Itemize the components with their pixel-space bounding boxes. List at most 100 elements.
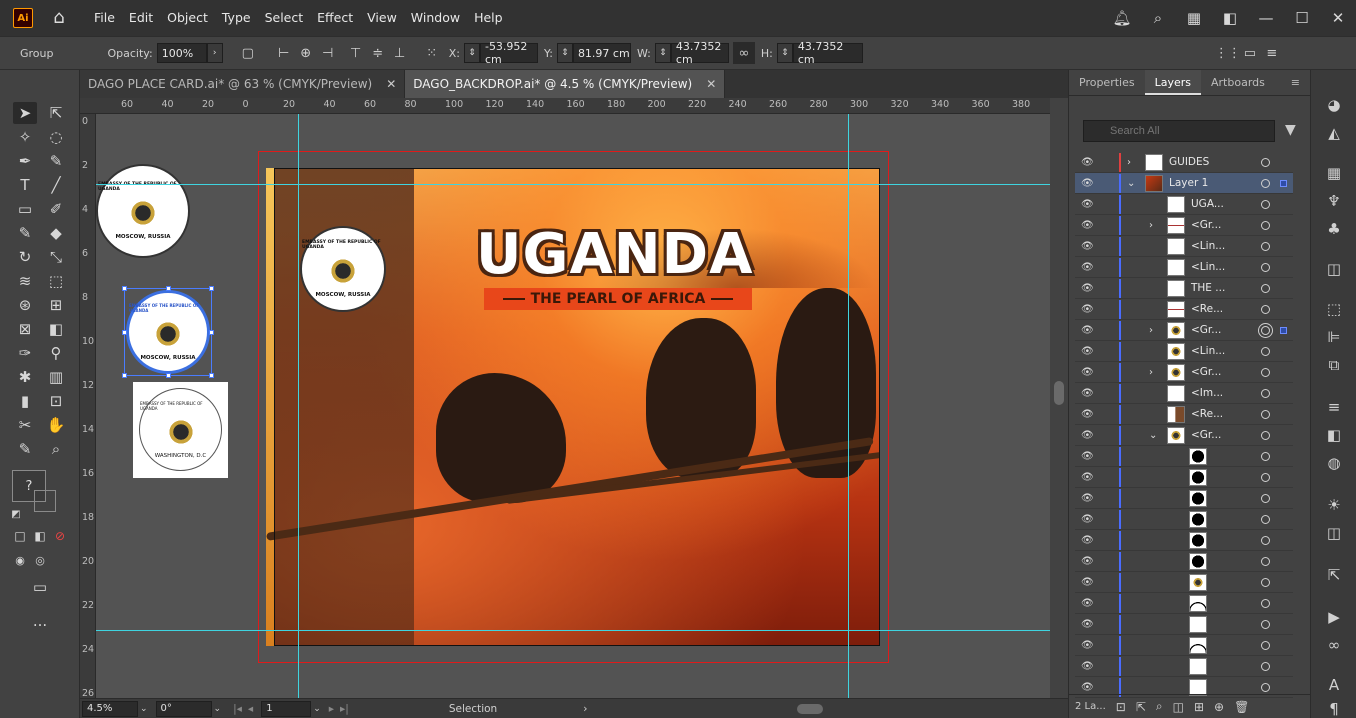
target-circle-icon[interactable] xyxy=(1261,157,1270,167)
layer-row[interactable]: 👁︎ › <Gr... xyxy=(1075,362,1293,383)
layer-name[interactable]: THE ... xyxy=(1191,282,1225,294)
panel-menu-icon[interactable]: ≡ xyxy=(1281,70,1310,95)
layer-row[interactable]: 👁︎ <Lin... xyxy=(1075,341,1293,362)
search-icon[interactable]: ⌕ xyxy=(1140,0,1176,36)
align-bottom-icon[interactable]: ⊥ xyxy=(389,42,411,64)
draw-normal-icon[interactable]: ◉ xyxy=(12,552,28,568)
knife-tool-icon[interactable]: ✎ xyxy=(13,438,37,460)
panel-menu-icon[interactable]: ≡ xyxy=(1261,42,1283,64)
visibility-eye-icon[interactable]: 👁︎ xyxy=(1081,262,1094,273)
layer-row[interactable]: 👁︎ <Re... xyxy=(1075,404,1293,425)
chevron-right-icon[interactable]: › xyxy=(1149,367,1153,378)
visibility-eye-icon[interactable]: 👁︎ xyxy=(1081,283,1094,294)
target-circle-icon[interactable] xyxy=(1261,640,1270,650)
artboard-tool-icon[interactable]: ⊡ xyxy=(44,390,68,412)
new-layer-icon[interactable]: ⊕ xyxy=(1214,700,1224,714)
chevron-right-icon[interactable]: › xyxy=(1127,157,1131,168)
resize-handle[interactable] xyxy=(209,373,214,378)
visibility-eye-icon[interactable]: 👁︎ xyxy=(1081,178,1094,189)
symbol-sprayer-tool-icon[interactable]: ✱ xyxy=(13,366,37,388)
align-right-icon[interactable]: ⊣ xyxy=(317,42,339,64)
layer-name[interactable]: <Lin... xyxy=(1191,261,1225,273)
layer-row[interactable]: 👁︎ xyxy=(1075,551,1293,572)
target-circle-icon[interactable] xyxy=(1261,514,1270,524)
close-icon[interactable]: ✕ xyxy=(1320,0,1356,36)
chevron-down-icon[interactable]: ⌄ xyxy=(1127,178,1135,189)
visibility-eye-icon[interactable]: 👁︎ xyxy=(1081,472,1094,483)
new-sublayer-icon[interactable]: ⊞ xyxy=(1194,700,1204,714)
canvas[interactable]: UGANDA THE PEARL OF AFRICA EMBASSY OF TH… xyxy=(96,114,1050,698)
target-circle-icon[interactable] xyxy=(1261,283,1270,293)
curvature-tool-icon[interactable]: ✎ xyxy=(44,150,68,172)
graphic-styles-icon[interactable]: ◫ xyxy=(1322,522,1346,544)
paragraph-icon[interactable]: ¶ xyxy=(1322,698,1346,718)
guide-vertical[interactable] xyxy=(298,114,299,698)
resize-handle[interactable] xyxy=(166,373,171,378)
reference-point-icon[interactable]: ⁙ xyxy=(421,42,443,64)
recolor-icon[interactable]: ▢ xyxy=(237,42,259,64)
direct-selection-tool-icon[interactable]: ⇱ xyxy=(44,102,68,124)
layer-row[interactable]: 👁︎ <Im... xyxy=(1075,383,1293,404)
w-stepper[interactable]: ⇕ xyxy=(654,43,671,63)
hand-tool-icon[interactable]: ✋ xyxy=(44,414,68,436)
chevron-down-icon[interactable]: ⌄ xyxy=(140,704,148,714)
layers-search-input[interactable] xyxy=(1083,120,1275,142)
layer-row[interactable]: 👁︎ xyxy=(1075,446,1293,467)
layer-row[interactable]: 👁︎ <Lin... xyxy=(1075,257,1293,278)
stroke-swatch[interactable] xyxy=(34,490,56,512)
locate-object-icon[interactable]: ⌕ xyxy=(1156,699,1163,714)
layer-row[interactable]: 👁︎ xyxy=(1075,530,1293,551)
target-circle-icon[interactable] xyxy=(1261,178,1270,188)
distribute-icon[interactable]: ▭ xyxy=(1239,42,1261,64)
home-icon[interactable]: ⌂ xyxy=(49,8,69,28)
stroke-icon[interactable]: ≡ xyxy=(1322,396,1346,418)
chevron-right-icon[interactable]: › xyxy=(1149,220,1153,231)
gradient-mode-icon[interactable]: ◧ xyxy=(32,528,48,544)
clipping-mask-icon[interactable]: ◫ xyxy=(1173,700,1184,714)
visibility-eye-icon[interactable]: 👁︎ xyxy=(1081,640,1094,651)
arrange-documents-icon[interactable]: ◧ xyxy=(1212,0,1248,36)
line-tool-icon[interactable]: ╱ xyxy=(44,174,68,196)
layer-name[interactable]: <Lin... xyxy=(1191,240,1225,252)
lasso-tool-icon[interactable]: ◌ xyxy=(44,126,68,148)
draw-behind-icon[interactable]: ◎ xyxy=(32,552,48,568)
scrollbar-thumb[interactable] xyxy=(1054,381,1064,405)
slice-tool-icon[interactable]: ✂ xyxy=(13,414,37,436)
visibility-eye-icon[interactable]: 👁︎ xyxy=(1081,598,1094,609)
resize-handle[interactable] xyxy=(122,373,127,378)
visibility-eye-icon[interactable]: 👁︎ xyxy=(1081,619,1094,630)
embassy-seal-washington[interactable]: EMBASSY OF THE REPUBLIC OF UGANDA WASHIN… xyxy=(139,388,222,471)
layer-name[interactable]: <Gr... xyxy=(1191,429,1221,441)
rotate-tool-icon[interactable]: ↻ xyxy=(13,246,37,268)
visibility-eye-icon[interactable]: 👁︎ xyxy=(1081,430,1094,441)
filter-icon[interactable]: ▼ xyxy=(1285,122,1296,138)
guide-horizontal[interactable] xyxy=(96,630,1050,631)
target-circle-icon[interactable] xyxy=(1261,199,1270,209)
layer-row[interactable]: 👁︎ xyxy=(1075,635,1293,656)
chevron-down-icon[interactable]: ⌄ xyxy=(1149,430,1157,441)
shape-builder-tool-icon[interactable]: ⊛ xyxy=(13,294,37,316)
menu-file[interactable]: File xyxy=(87,0,122,36)
target-circle-icon[interactable] xyxy=(1261,304,1270,314)
tab-layers[interactable]: Layers xyxy=(1144,70,1201,95)
swatches-icon[interactable]: ▦ xyxy=(1322,162,1346,184)
selection-tool-icon[interactable]: ➤ xyxy=(13,102,37,124)
layer-row[interactable]: 👁︎ xyxy=(1075,488,1293,509)
menu-select[interactable]: Select xyxy=(258,0,311,36)
next-artboard-icon[interactable]: ▸ xyxy=(329,703,334,715)
column-graph-tool-icon[interactable]: ▥ xyxy=(44,366,68,388)
target-circle-icon[interactable] xyxy=(1261,556,1270,566)
vertical-scrollbar[interactable] xyxy=(1050,98,1068,698)
type-tool-icon[interactable]: T xyxy=(13,174,37,196)
links-icon[interactable]: ∞ xyxy=(1322,634,1346,656)
chevron-right-icon[interactable]: › xyxy=(1149,325,1153,336)
visibility-eye-icon[interactable]: 👁︎ xyxy=(1081,304,1094,315)
visibility-eye-icon[interactable]: 👁︎ xyxy=(1081,241,1094,252)
x-stepper[interactable]: ⇕ xyxy=(463,43,480,63)
tab-artboards[interactable]: Artboards xyxy=(1201,70,1275,95)
layer-row[interactable]: 👁︎ › <Gr... xyxy=(1075,320,1293,341)
chevron-down-icon[interactable]: ⌄ xyxy=(313,704,321,714)
minimize-icon[interactable]: — xyxy=(1248,0,1284,36)
visibility-eye-icon[interactable]: 👁︎ xyxy=(1081,220,1094,231)
screen-mode-icon[interactable]: ▭ xyxy=(28,576,52,598)
